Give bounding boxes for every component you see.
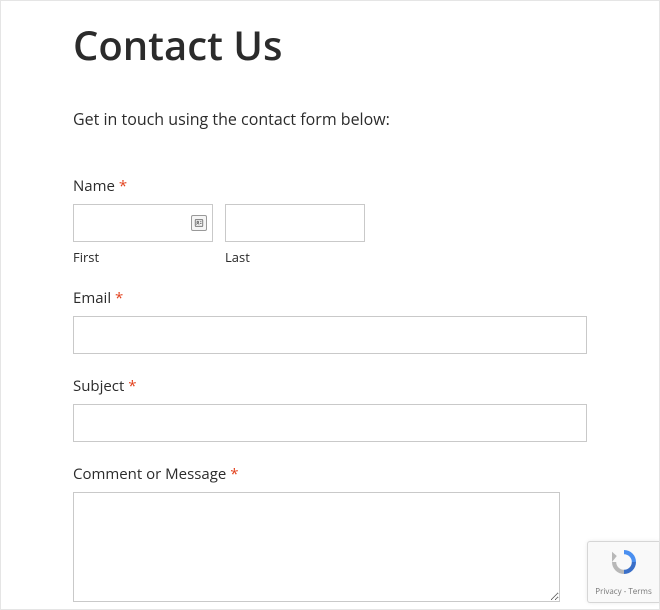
contact-card-icon (191, 215, 207, 231)
first-name-sublabel: First (73, 248, 213, 266)
subject-input[interactable] (73, 404, 587, 442)
name-label-text: Name (73, 176, 115, 196)
email-label-text: Email (73, 288, 111, 308)
name-field-group: Name * First (73, 176, 587, 266)
last-name-sublabel: Last (225, 248, 365, 266)
last-name-input[interactable] (225, 204, 365, 242)
page-title: Contact Us (73, 17, 587, 72)
email-required-indicator: * (115, 288, 123, 308)
name-row: First Last (73, 204, 587, 266)
name-label: Name * (73, 176, 587, 196)
subject-required-indicator: * (128, 376, 136, 396)
subject-label-text: Subject (73, 376, 124, 396)
email-label: Email * (73, 288, 587, 308)
message-required-indicator: * (230, 464, 238, 484)
email-input[interactable] (73, 316, 587, 354)
last-name-col: Last (225, 204, 365, 266)
message-field-group: Comment or Message * (73, 464, 587, 607)
recaptcha-icon (609, 547, 639, 582)
recaptcha-privacy-terms: Privacy - Terms (595, 586, 652, 597)
message-label-text: Comment or Message (73, 464, 226, 484)
intro-text: Get in touch using the contact form belo… (73, 108, 587, 130)
subject-label: Subject * (73, 376, 587, 396)
contact-form-container: Contact Us Get in touch using the contac… (0, 0, 660, 610)
recaptcha-badge[interactable]: Privacy - Terms (587, 541, 659, 603)
email-field-group: Email * (73, 288, 587, 354)
first-name-col: First (73, 204, 213, 266)
name-required-indicator: * (119, 176, 127, 196)
message-textarea[interactable] (73, 492, 560, 602)
message-label: Comment or Message * (73, 464, 587, 484)
subject-field-group: Subject * (73, 376, 587, 442)
first-name-input-wrap (73, 204, 213, 242)
